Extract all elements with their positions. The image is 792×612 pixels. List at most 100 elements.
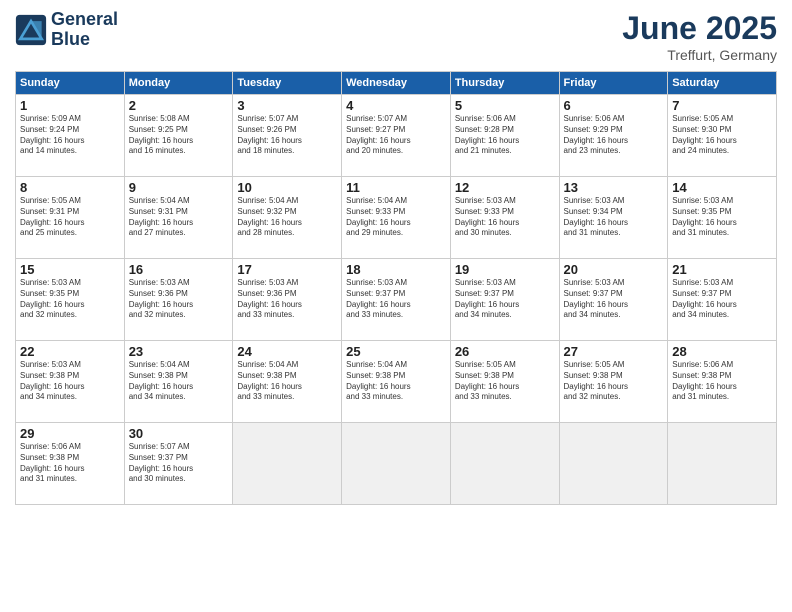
cell-details: Sunrise: 5:06 AM Sunset: 9:29 PM Dayligh… xyxy=(564,114,664,157)
month-title: June 2025 xyxy=(622,10,777,47)
cell-details: Sunrise: 5:03 AM Sunset: 9:35 PM Dayligh… xyxy=(672,196,772,239)
cell-details: Sunrise: 5:03 AM Sunset: 9:36 PM Dayligh… xyxy=(237,278,337,321)
cell-details: Sunrise: 5:07 AM Sunset: 9:26 PM Dayligh… xyxy=(237,114,337,157)
calendar-cell xyxy=(668,423,777,505)
title-block: June 2025 Treffurt, Germany xyxy=(622,10,777,63)
calendar-cell: 16Sunrise: 5:03 AM Sunset: 9:36 PM Dayli… xyxy=(124,259,233,341)
day-number: 18 xyxy=(346,262,446,277)
calendar-week-4: 22Sunrise: 5:03 AM Sunset: 9:38 PM Dayli… xyxy=(16,341,777,423)
calendar-cell: 23Sunrise: 5:04 AM Sunset: 9:38 PM Dayli… xyxy=(124,341,233,423)
day-number: 30 xyxy=(129,426,229,441)
day-number: 14 xyxy=(672,180,772,195)
day-number: 28 xyxy=(672,344,772,359)
calendar-cell xyxy=(233,423,342,505)
day-number: 24 xyxy=(237,344,337,359)
day-number: 13 xyxy=(564,180,664,195)
calendar-cell: 22Sunrise: 5:03 AM Sunset: 9:38 PM Dayli… xyxy=(16,341,125,423)
cell-details: Sunrise: 5:03 AM Sunset: 9:37 PM Dayligh… xyxy=(564,278,664,321)
calendar-cell: 4Sunrise: 5:07 AM Sunset: 9:27 PM Daylig… xyxy=(342,95,451,177)
column-header-sunday: Sunday xyxy=(16,72,125,95)
column-header-monday: Monday xyxy=(124,72,233,95)
cell-details: Sunrise: 5:03 AM Sunset: 9:37 PM Dayligh… xyxy=(455,278,555,321)
cell-details: Sunrise: 5:07 AM Sunset: 9:37 PM Dayligh… xyxy=(129,442,229,485)
page: General Blue June 2025 Treffurt, Germany… xyxy=(0,0,792,612)
cell-details: Sunrise: 5:06 AM Sunset: 9:38 PM Dayligh… xyxy=(672,360,772,403)
day-number: 20 xyxy=(564,262,664,277)
cell-details: Sunrise: 5:03 AM Sunset: 9:37 PM Dayligh… xyxy=(672,278,772,321)
day-number: 29 xyxy=(20,426,120,441)
calendar-cell xyxy=(450,423,559,505)
day-number: 1 xyxy=(20,98,120,113)
logo-text: General Blue xyxy=(51,10,118,50)
calendar-cell: 24Sunrise: 5:04 AM Sunset: 9:38 PM Dayli… xyxy=(233,341,342,423)
calendar-cell: 27Sunrise: 5:05 AM Sunset: 9:38 PM Dayli… xyxy=(559,341,668,423)
day-number: 26 xyxy=(455,344,555,359)
calendar-cell: 28Sunrise: 5:06 AM Sunset: 9:38 PM Dayli… xyxy=(668,341,777,423)
calendar-week-1: 1Sunrise: 5:09 AM Sunset: 9:24 PM Daylig… xyxy=(16,95,777,177)
cell-details: Sunrise: 5:05 AM Sunset: 9:38 PM Dayligh… xyxy=(564,360,664,403)
day-number: 8 xyxy=(20,180,120,195)
column-header-wednesday: Wednesday xyxy=(342,72,451,95)
calendar-cell xyxy=(342,423,451,505)
cell-details: Sunrise: 5:04 AM Sunset: 9:38 PM Dayligh… xyxy=(346,360,446,403)
cell-details: Sunrise: 5:04 AM Sunset: 9:32 PM Dayligh… xyxy=(237,196,337,239)
day-number: 11 xyxy=(346,180,446,195)
calendar-cell xyxy=(559,423,668,505)
calendar-cell: 29Sunrise: 5:06 AM Sunset: 9:38 PM Dayli… xyxy=(16,423,125,505)
calendar-cell: 1Sunrise: 5:09 AM Sunset: 9:24 PM Daylig… xyxy=(16,95,125,177)
calendar-cell: 3Sunrise: 5:07 AM Sunset: 9:26 PM Daylig… xyxy=(233,95,342,177)
calendar-cell: 8Sunrise: 5:05 AM Sunset: 9:31 PM Daylig… xyxy=(16,177,125,259)
cell-details: Sunrise: 5:07 AM Sunset: 9:27 PM Dayligh… xyxy=(346,114,446,157)
calendar-cell: 17Sunrise: 5:03 AM Sunset: 9:36 PM Dayli… xyxy=(233,259,342,341)
column-header-tuesday: Tuesday xyxy=(233,72,342,95)
day-number: 19 xyxy=(455,262,555,277)
day-number: 27 xyxy=(564,344,664,359)
calendar-cell: 14Sunrise: 5:03 AM Sunset: 9:35 PM Dayli… xyxy=(668,177,777,259)
calendar-cell: 20Sunrise: 5:03 AM Sunset: 9:37 PM Dayli… xyxy=(559,259,668,341)
cell-details: Sunrise: 5:03 AM Sunset: 9:34 PM Dayligh… xyxy=(564,196,664,239)
day-number: 5 xyxy=(455,98,555,113)
day-number: 3 xyxy=(237,98,337,113)
calendar-week-5: 29Sunrise: 5:06 AM Sunset: 9:38 PM Dayli… xyxy=(16,423,777,505)
location: Treffurt, Germany xyxy=(622,47,777,63)
cell-details: Sunrise: 5:05 AM Sunset: 9:31 PM Dayligh… xyxy=(20,196,120,239)
logo: General Blue xyxy=(15,10,118,50)
calendar-cell: 18Sunrise: 5:03 AM Sunset: 9:37 PM Dayli… xyxy=(342,259,451,341)
logo-icon xyxy=(15,14,47,46)
calendar-cell: 12Sunrise: 5:03 AM Sunset: 9:33 PM Dayli… xyxy=(450,177,559,259)
day-number: 7 xyxy=(672,98,772,113)
cell-details: Sunrise: 5:03 AM Sunset: 9:36 PM Dayligh… xyxy=(129,278,229,321)
column-header-friday: Friday xyxy=(559,72,668,95)
calendar-cell: 21Sunrise: 5:03 AM Sunset: 9:37 PM Dayli… xyxy=(668,259,777,341)
calendar-cell: 26Sunrise: 5:05 AM Sunset: 9:38 PM Dayli… xyxy=(450,341,559,423)
calendar-cell: 30Sunrise: 5:07 AM Sunset: 9:37 PM Dayli… xyxy=(124,423,233,505)
column-header-thursday: Thursday xyxy=(450,72,559,95)
calendar-cell: 25Sunrise: 5:04 AM Sunset: 9:38 PM Dayli… xyxy=(342,341,451,423)
cell-details: Sunrise: 5:04 AM Sunset: 9:33 PM Dayligh… xyxy=(346,196,446,239)
cell-details: Sunrise: 5:05 AM Sunset: 9:38 PM Dayligh… xyxy=(455,360,555,403)
calendar: SundayMondayTuesdayWednesdayThursdayFrid… xyxy=(15,71,777,505)
cell-details: Sunrise: 5:03 AM Sunset: 9:35 PM Dayligh… xyxy=(20,278,120,321)
calendar-week-3: 15Sunrise: 5:03 AM Sunset: 9:35 PM Dayli… xyxy=(16,259,777,341)
cell-details: Sunrise: 5:06 AM Sunset: 9:38 PM Dayligh… xyxy=(20,442,120,485)
calendar-cell: 2Sunrise: 5:08 AM Sunset: 9:25 PM Daylig… xyxy=(124,95,233,177)
cell-details: Sunrise: 5:09 AM Sunset: 9:24 PM Dayligh… xyxy=(20,114,120,157)
day-number: 4 xyxy=(346,98,446,113)
header: General Blue June 2025 Treffurt, Germany xyxy=(15,10,777,63)
calendar-cell: 5Sunrise: 5:06 AM Sunset: 9:28 PM Daylig… xyxy=(450,95,559,177)
calendar-cell: 10Sunrise: 5:04 AM Sunset: 9:32 PM Dayli… xyxy=(233,177,342,259)
cell-details: Sunrise: 5:03 AM Sunset: 9:37 PM Dayligh… xyxy=(346,278,446,321)
calendar-cell: 19Sunrise: 5:03 AM Sunset: 9:37 PM Dayli… xyxy=(450,259,559,341)
calendar-cell: 13Sunrise: 5:03 AM Sunset: 9:34 PM Dayli… xyxy=(559,177,668,259)
cell-details: Sunrise: 5:05 AM Sunset: 9:30 PM Dayligh… xyxy=(672,114,772,157)
day-number: 25 xyxy=(346,344,446,359)
calendar-cell: 15Sunrise: 5:03 AM Sunset: 9:35 PM Dayli… xyxy=(16,259,125,341)
cell-details: Sunrise: 5:06 AM Sunset: 9:28 PM Dayligh… xyxy=(455,114,555,157)
day-number: 22 xyxy=(20,344,120,359)
day-number: 21 xyxy=(672,262,772,277)
day-number: 17 xyxy=(237,262,337,277)
day-number: 16 xyxy=(129,262,229,277)
day-number: 15 xyxy=(20,262,120,277)
cell-details: Sunrise: 5:04 AM Sunset: 9:38 PM Dayligh… xyxy=(237,360,337,403)
calendar-cell: 11Sunrise: 5:04 AM Sunset: 9:33 PM Dayli… xyxy=(342,177,451,259)
